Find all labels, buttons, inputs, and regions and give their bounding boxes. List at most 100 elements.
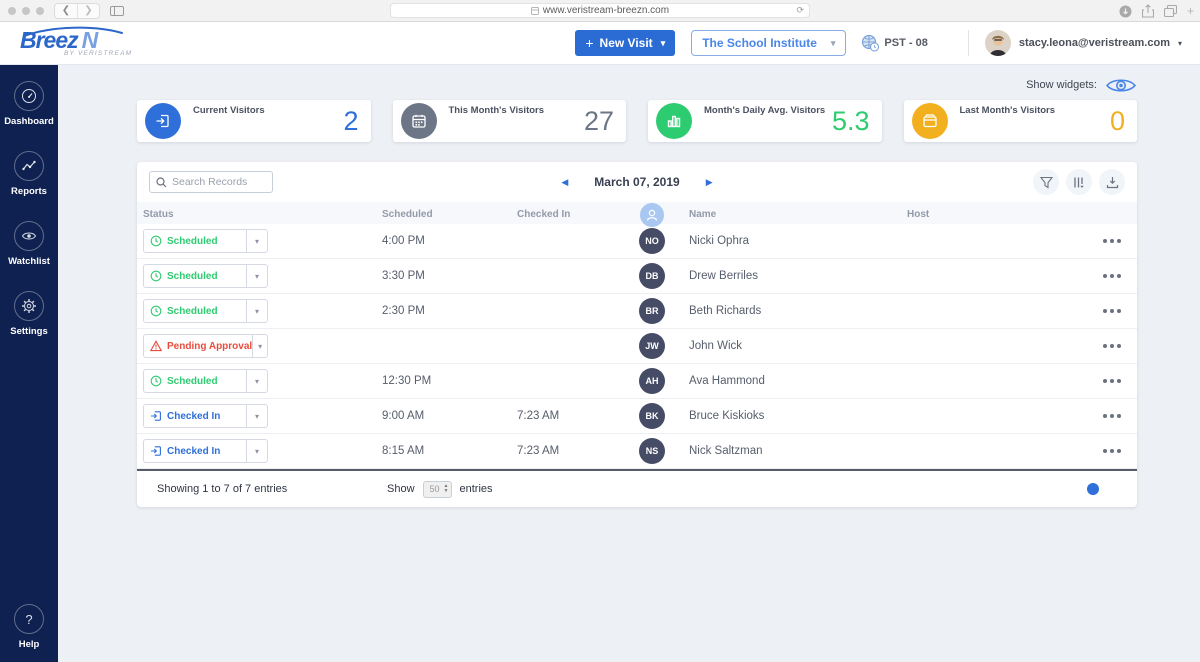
visitor-initials-avatar: BR	[639, 298, 665, 324]
status-dropdown[interactable]: Pending Approval ▾	[143, 334, 268, 358]
status-icon	[150, 235, 162, 247]
timezone-display: PST - 08	[860, 34, 927, 52]
scheduled-time: 3:30 PM	[370, 270, 505, 282]
window-controls[interactable]	[8, 7, 44, 15]
sidebar-item-label: Watchlist	[8, 256, 50, 267]
site-icon	[531, 7, 539, 15]
current-date[interactable]: March 07, 2019	[594, 175, 679, 189]
status-dropdown[interactable]: Scheduled ▾	[143, 299, 268, 323]
visitor-initials-avatar: DB	[639, 263, 665, 289]
stat-cards: Current Visitors 2 This Month's Visitors…	[137, 100, 1137, 142]
new-tab-icon[interactable]: +	[1187, 4, 1194, 18]
info-dot-button[interactable]	[1087, 483, 1099, 495]
stat-card-value: 5.3	[832, 100, 870, 142]
scheduled-time: 8:15 AM	[370, 445, 505, 457]
status-label: Checked In	[167, 446, 246, 457]
scheduled-time: 2:30 PM	[370, 305, 505, 317]
visitor-initials-avatar: NS	[639, 438, 665, 464]
row-actions-button[interactable]	[1087, 344, 1137, 348]
window-minimize-button[interactable]	[22, 7, 30, 15]
new-visit-button[interactable]: + New Visit ▾	[575, 30, 675, 56]
window-zoom-button[interactable]	[36, 7, 44, 15]
sidebar-item-reports[interactable]: Reports	[11, 151, 47, 197]
page-size-value: 50	[430, 484, 440, 494]
status-label: Checked In	[167, 411, 246, 422]
filter-icon	[1040, 176, 1053, 189]
browser-forward-button[interactable]: ❯	[77, 4, 99, 18]
date-navigation: ◀ March 07, 2019 ▶	[561, 175, 712, 189]
columns-icon	[1073, 176, 1086, 189]
sidebar-toggle-icon[interactable]	[110, 6, 124, 16]
visitor-table-card: ◀ March 07, 2019 ▶ Status	[137, 162, 1137, 507]
sidebar-item-help[interactable]: ? Help	[14, 604, 44, 650]
status-icon	[150, 270, 162, 282]
column-header-avatar	[627, 202, 677, 227]
logo-tagline: BY VERISTREAM	[64, 50, 210, 57]
status-dropdown[interactable]: Scheduled ▾	[143, 264, 268, 288]
gear-icon	[14, 291, 44, 321]
timezone-value: PST - 08	[884, 37, 927, 49]
sidebar-item-watchlist[interactable]: Watchlist	[8, 221, 50, 267]
stat-card-value: 27	[584, 100, 614, 142]
status-icon	[150, 410, 162, 422]
download-button[interactable]	[1099, 169, 1125, 195]
sidebar-item-dashboard[interactable]: Dashboard	[4, 81, 54, 127]
bar-chart-icon	[656, 103, 692, 139]
sign-in-icon	[145, 103, 181, 139]
next-day-arrow[interactable]: ▶	[706, 177, 713, 188]
table-row: Scheduled ▾ 12:30 PM AH Ava Hammond	[137, 364, 1137, 399]
visitor-name: Nicki Ophra	[677, 235, 895, 247]
downloads-icon[interactable]	[1119, 5, 1132, 18]
visitor-initials-avatar: JW	[639, 333, 665, 359]
row-actions-button[interactable]	[1087, 449, 1137, 453]
sidebar-item-label: Reports	[11, 186, 47, 197]
stat-card-label: Month's Daily Avg. Visitors	[704, 105, 825, 116]
calendar-icon	[912, 103, 948, 139]
search-box[interactable]	[149, 171, 273, 193]
show-widgets-toggle[interactable]	[1105, 77, 1137, 94]
show-label: Show	[387, 483, 415, 495]
status-dropdown[interactable]: Scheduled ▾	[143, 229, 268, 253]
user-menu[interactable]: stacy.leona@veristream.com ▾	[985, 30, 1182, 56]
url-text: www.veristream-breezn.com	[543, 5, 669, 16]
visitor-name: Bruce Kiskioks	[677, 410, 895, 422]
page-size-select[interactable]: 50 ▲▼	[423, 481, 452, 498]
status-dropdown[interactable]: Scheduled ▾	[143, 369, 268, 393]
chevron-down-icon: ▾	[246, 405, 267, 427]
column-header-checked-in: Checked In	[505, 209, 627, 220]
browser-chrome: ❮ ❯ www.veristream-breezn.com ⟳ +	[0, 0, 1200, 22]
filter-button[interactable]	[1033, 169, 1059, 195]
checked-in-time: 7:23 AM	[505, 445, 627, 457]
search-input[interactable]	[172, 176, 262, 188]
status-dropdown[interactable]: Checked In ▾	[143, 404, 268, 428]
table-row: Scheduled ▾ 2:30 PM BR Beth Richards	[137, 294, 1137, 329]
table-footer: Showing 1 to 7 of 7 entries Show 50 ▲▼ e…	[137, 469, 1137, 507]
download-icon	[1106, 176, 1119, 189]
share-icon[interactable]	[1142, 4, 1154, 18]
stat-card-daily-avg-visitors: Month's Daily Avg. Visitors 5.3	[648, 100, 882, 142]
organization-selector[interactable]: The School Institute ▾	[691, 30, 846, 56]
row-actions-button[interactable]	[1087, 379, 1137, 383]
browser-back-button[interactable]: ❮	[55, 4, 77, 18]
tabs-icon[interactable]	[1164, 5, 1177, 17]
sidebar-item-settings[interactable]: Settings	[10, 291, 47, 337]
columns-button[interactable]	[1066, 169, 1092, 195]
sidebar-item-label: Help	[19, 639, 40, 650]
eye-icon	[14, 221, 44, 251]
row-actions-button[interactable]	[1087, 309, 1137, 313]
status-dropdown[interactable]: Checked In ▾	[143, 439, 268, 463]
avatar	[985, 30, 1011, 56]
reload-icon[interactable]: ⟳	[796, 5, 804, 16]
address-bar[interactable]: www.veristream-breezn.com ⟳	[390, 3, 810, 18]
row-actions-button[interactable]	[1087, 239, 1137, 243]
row-actions-button[interactable]	[1087, 414, 1137, 418]
row-actions-button[interactable]	[1087, 274, 1137, 278]
column-header-status: Status	[137, 209, 370, 220]
table-row: Scheduled ▾ 3:30 PM DB Drew Berriles	[137, 259, 1137, 294]
person-icon	[640, 203, 664, 227]
prev-day-arrow[interactable]: ◀	[561, 177, 568, 188]
app-header: BreezN BY VERISTREAM + New Visit ▾ The S…	[0, 22, 1200, 65]
stat-card-last-month-visitors: Last Month's Visitors 0	[904, 100, 1138, 142]
column-header-name: Name	[677, 209, 895, 220]
window-close-button[interactable]	[8, 7, 16, 15]
